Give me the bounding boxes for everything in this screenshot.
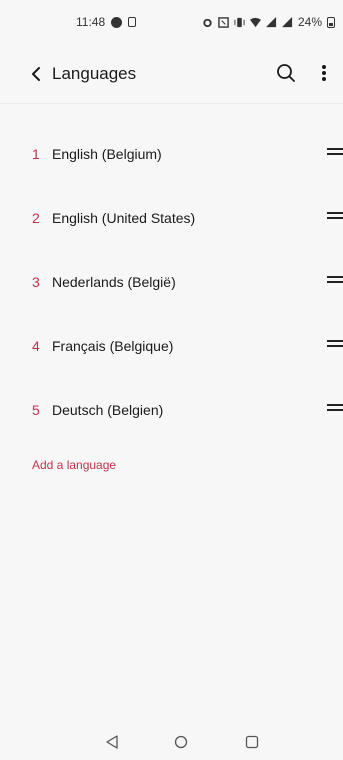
nav-back-icon[interactable] xyxy=(104,734,120,750)
language-name: English (Belgium) xyxy=(52,146,162,162)
language-rank: 1 xyxy=(32,146,40,162)
page-title: Languages xyxy=(52,64,137,83)
language-rank: 5 xyxy=(32,402,40,418)
nav-home-icon[interactable] xyxy=(174,735,188,749)
alarm-icon xyxy=(203,18,212,27)
battery-percent: 24% xyxy=(297,15,322,29)
data-saver-icon xyxy=(111,16,123,28)
lock-icon xyxy=(128,17,137,27)
language-name: English (United States) xyxy=(52,210,196,226)
list-item[interactable]: 3 Nederlands (België) xyxy=(0,248,343,312)
language-name: Nederlands (België) xyxy=(52,274,176,290)
list-item[interactable]: 4 Français (Belgique) xyxy=(0,312,343,376)
drag-handle-icon[interactable] xyxy=(327,212,343,222)
back-arrow-icon[interactable] xyxy=(28,64,46,84)
status-right: 24% xyxy=(202,15,335,29)
language-list: 1 English (Belgium) 2 English (United St… xyxy=(0,120,343,440)
search-icon[interactable] xyxy=(275,62,297,84)
more-vert-icon[interactable] xyxy=(317,62,331,84)
signal-icon xyxy=(281,16,293,27)
drag-handle-icon[interactable] xyxy=(327,404,343,414)
status-time: 11:48 xyxy=(76,15,106,29)
nav-recents-icon[interactable] xyxy=(245,735,259,749)
language-rank: 2 xyxy=(32,210,40,226)
list-item[interactable]: 2 English (United States) xyxy=(0,184,343,248)
add-language-link[interactable]: Add a language xyxy=(32,458,116,472)
settings-screen: 11:48 24% Languages 1 English (Belgium) … xyxy=(0,0,343,760)
battery-icon xyxy=(327,16,335,28)
wifi-icon xyxy=(249,17,261,27)
toolbar-divider xyxy=(0,103,343,104)
language-name: Deutsch (Belgien) xyxy=(52,402,164,418)
nfc-icon xyxy=(218,16,229,28)
signal-icon xyxy=(265,16,277,27)
vibrate-icon xyxy=(234,17,245,27)
list-item[interactable]: 1 English (Belgium) xyxy=(0,120,343,184)
drag-handle-icon[interactable] xyxy=(327,340,343,350)
status-bar: 11:48 24% xyxy=(0,0,343,44)
list-item[interactable]: 5 Deutsch (Belgien) xyxy=(0,376,343,440)
status-left: 11:48 xyxy=(76,15,137,29)
language-rank: 3 xyxy=(32,274,40,290)
system-nav-bar xyxy=(0,724,343,760)
drag-handle-icon[interactable] xyxy=(327,148,343,158)
language-name: Français (Belgique) xyxy=(52,338,174,354)
language-rank: 4 xyxy=(32,338,40,354)
drag-handle-icon[interactable] xyxy=(327,276,343,286)
app-toolbar: Languages xyxy=(0,52,343,96)
